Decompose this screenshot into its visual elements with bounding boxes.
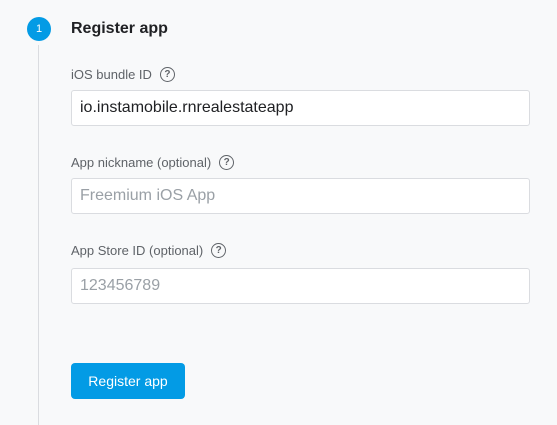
- register-app-button[interactable]: Register app: [71, 363, 185, 399]
- app-store-id-field-group: App Store ID (optional) ?: [71, 242, 530, 304]
- nickname-label-row: App nickname (optional) ?: [71, 154, 530, 170]
- step-title: Register app: [71, 20, 168, 37]
- bundle-id-input[interactable]: [71, 90, 530, 126]
- nickname-input[interactable]: [71, 178, 530, 214]
- help-circle-icon[interactable]: ?: [219, 154, 235, 170]
- app-store-id-label: App Store ID (optional): [71, 242, 204, 258]
- help-circle-icon[interactable]: ?: [211, 242, 227, 258]
- bundle-id-label-row: iOS bundle ID ?: [71, 66, 530, 82]
- help-circle-icon[interactable]: ?: [159, 66, 175, 82]
- app-store-id-input[interactable]: [71, 268, 530, 304]
- app-store-id-label-row: App Store ID (optional) ?: [71, 242, 530, 258]
- step-connector-line: [38, 45, 39, 425]
- nickname-label: App nickname (optional): [71, 154, 212, 170]
- nickname-field-group: App nickname (optional) ?: [71, 154, 530, 214]
- step-number-badge: 1: [27, 17, 51, 41]
- bundle-id-field-group: iOS bundle ID ?: [71, 66, 530, 126]
- bundle-id-label: iOS bundle ID: [71, 66, 152, 82]
